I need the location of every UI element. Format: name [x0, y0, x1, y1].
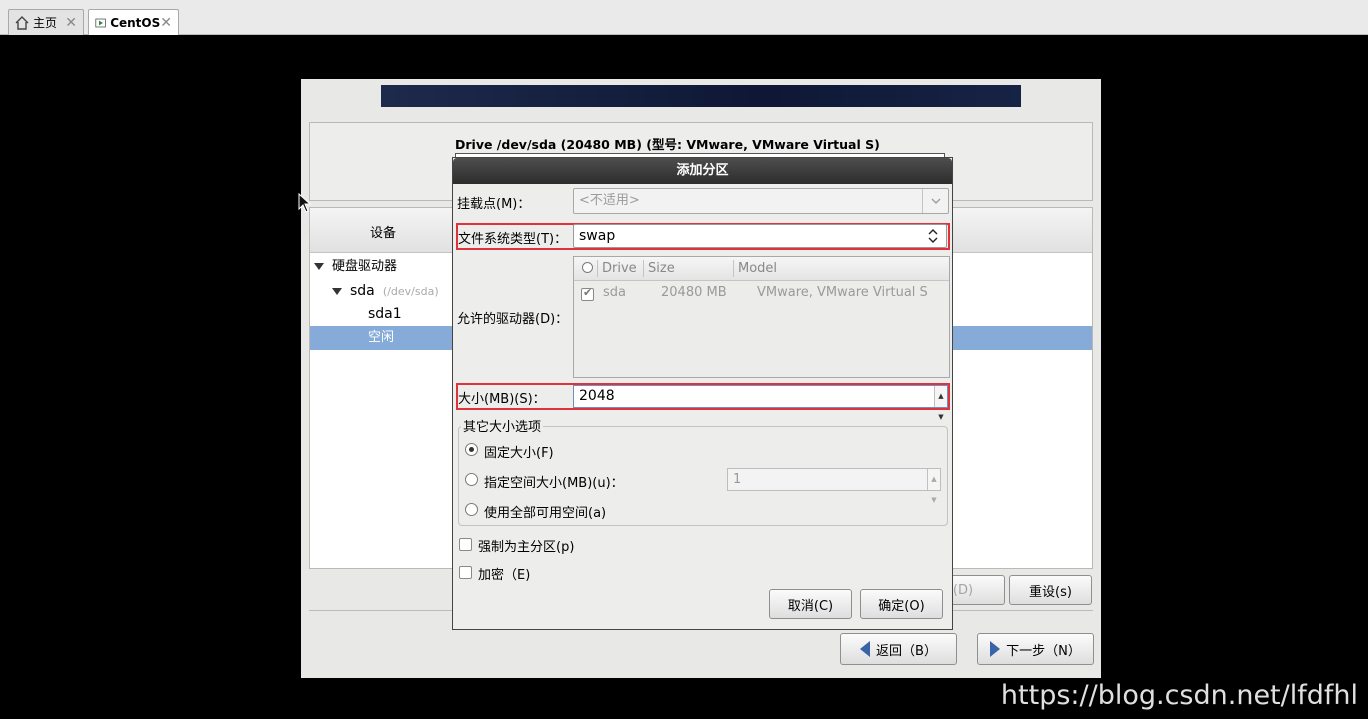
divider [597, 260, 598, 277]
drive-table-header: Drive Size Model [574, 257, 949, 281]
back-arrow-icon [860, 641, 871, 657]
host-tab-bar: 主页 ✕ CentOS ✕ [0, 0, 1368, 35]
installer-banner [381, 85, 1021, 107]
spin-down-icon: ▼ [931, 496, 937, 504]
select-all-toggle[interactable] [582, 262, 593, 273]
mount-point-label: 挂载点(M)： [457, 197, 531, 212]
fill-size-radio[interactable] [465, 503, 478, 516]
mount-point-combo: <不适用> [573, 188, 949, 214]
column-model: Model [738, 261, 778, 276]
size-options-legend: 其它大小选项 [461, 416, 544, 435]
drive-checkbox[interactable] [581, 286, 594, 301]
fs-type-combo[interactable]: swap [573, 224, 947, 248]
upto-size-label: 指定空间大小(MB)(u)： [484, 476, 624, 491]
tree-item-disks-label: 硬盘驱动器 [332, 259, 398, 274]
home-icon [15, 15, 29, 30]
next-button[interactable]: 下一步（N） [977, 633, 1094, 665]
next-arrow-icon [990, 641, 1001, 657]
vm-icon [95, 18, 106, 27]
fill-size-label: 使用全部可用空间(a) [484, 506, 607, 521]
tree-item-free-label: 空闲 [368, 330, 395, 345]
ok-button[interactable]: 确定(O) [860, 589, 943, 619]
dialog-title: 添加分区 [453, 158, 952, 184]
add-partition-dialog: 添加分区 挂载点(M)： <不适用> 文件系统类型(T)： swap 允许的驱动… [452, 157, 953, 630]
close-icon[interactable]: ✕ [65, 15, 77, 31]
mount-point-placeholder: <不适用> [579, 193, 640, 208]
back-button-label: 返回（B） [876, 643, 937, 659]
drive-model: VMware, VMware Virtual S [757, 285, 928, 300]
size-value: 2048 [579, 388, 615, 404]
fs-type-value: swap [579, 228, 616, 244]
expand-icon[interactable] [332, 288, 342, 295]
size-label: 大小(MB)(S)： [458, 392, 546, 407]
column-device: 设备 [370, 226, 397, 241]
size-input[interactable]: 2048 ▲ ▼ [573, 385, 948, 421]
force-primary-checkbox[interactable] [459, 538, 472, 551]
column-size: Size [648, 261, 675, 276]
vm-screen[interactable]: Drive /dev/sda (20480 MB) (型号: VMware, V… [0, 36, 1368, 719]
upto-size-input: 1 ▲ ▼ [727, 468, 941, 504]
upto-size-value: 1 [733, 472, 742, 487]
mouse-cursor-icon [298, 193, 312, 213]
upto-size-radio[interactable] [465, 473, 478, 486]
tab-centos[interactable]: CentOS ✕ [88, 9, 179, 35]
column-drive: Drive [602, 261, 637, 276]
fs-type-label: 文件系统类型(T)： [458, 232, 568, 247]
reset-button[interactable]: 重设(s) [1009, 575, 1092, 605]
updown-icon[interactable] [920, 225, 946, 247]
tab-home-label: 主页 [33, 16, 58, 30]
fixed-size-radio[interactable] [465, 443, 478, 456]
drive-title: Drive /dev/sda (20480 MB) (型号: VMware, V… [455, 137, 880, 152]
expand-icon[interactable] [314, 263, 324, 270]
allowed-drives-label: 允许的驱动器(D)： [457, 312, 569, 327]
divider [643, 260, 644, 277]
tree-item-sda1-label: sda1 [368, 306, 402, 322]
tab-home[interactable]: 主页 ✕ [8, 9, 84, 35]
force-primary-label: 强制为主分区(p) [478, 540, 575, 555]
cancel-button[interactable]: 取消(C) [769, 589, 852, 619]
tab-centos-label: CentOS [110, 15, 161, 30]
tree-item-sda-path: (/dev/sda) [382, 285, 439, 298]
encrypt-checkbox[interactable] [459, 566, 472, 579]
drive-name: sda [603, 285, 626, 300]
next-button-label: 下一步（N） [1006, 643, 1081, 659]
watermark: https://blog.csdn.net/lfdfhl [1000, 680, 1358, 711]
spin-buttons: ▲ ▼ [927, 469, 940, 504]
fixed-size-label: 固定大小(F) [484, 446, 554, 461]
spin-down-icon[interactable]: ▼ [938, 407, 943, 428]
drive-table[interactable]: Drive Size Model sda 20480 MB VMware, VM… [573, 256, 950, 378]
spin-buttons[interactable]: ▲ ▼ [934, 386, 947, 421]
encrypt-label: 加密（E) [478, 568, 531, 583]
spin-up-icon: ▲ [931, 475, 937, 483]
drive-size: 20480 MB [661, 285, 727, 300]
spin-up-icon[interactable]: ▲ [938, 386, 943, 407]
close-icon[interactable]: ✕ [160, 15, 172, 31]
chevron-down-icon [922, 189, 948, 213]
table-row[interactable]: sda 20480 MB VMware, VMware Virtual S [574, 282, 949, 306]
tree-item-sda-label: sda [350, 283, 375, 299]
divider [733, 260, 734, 277]
back-button[interactable]: 返回（B） [840, 633, 957, 665]
